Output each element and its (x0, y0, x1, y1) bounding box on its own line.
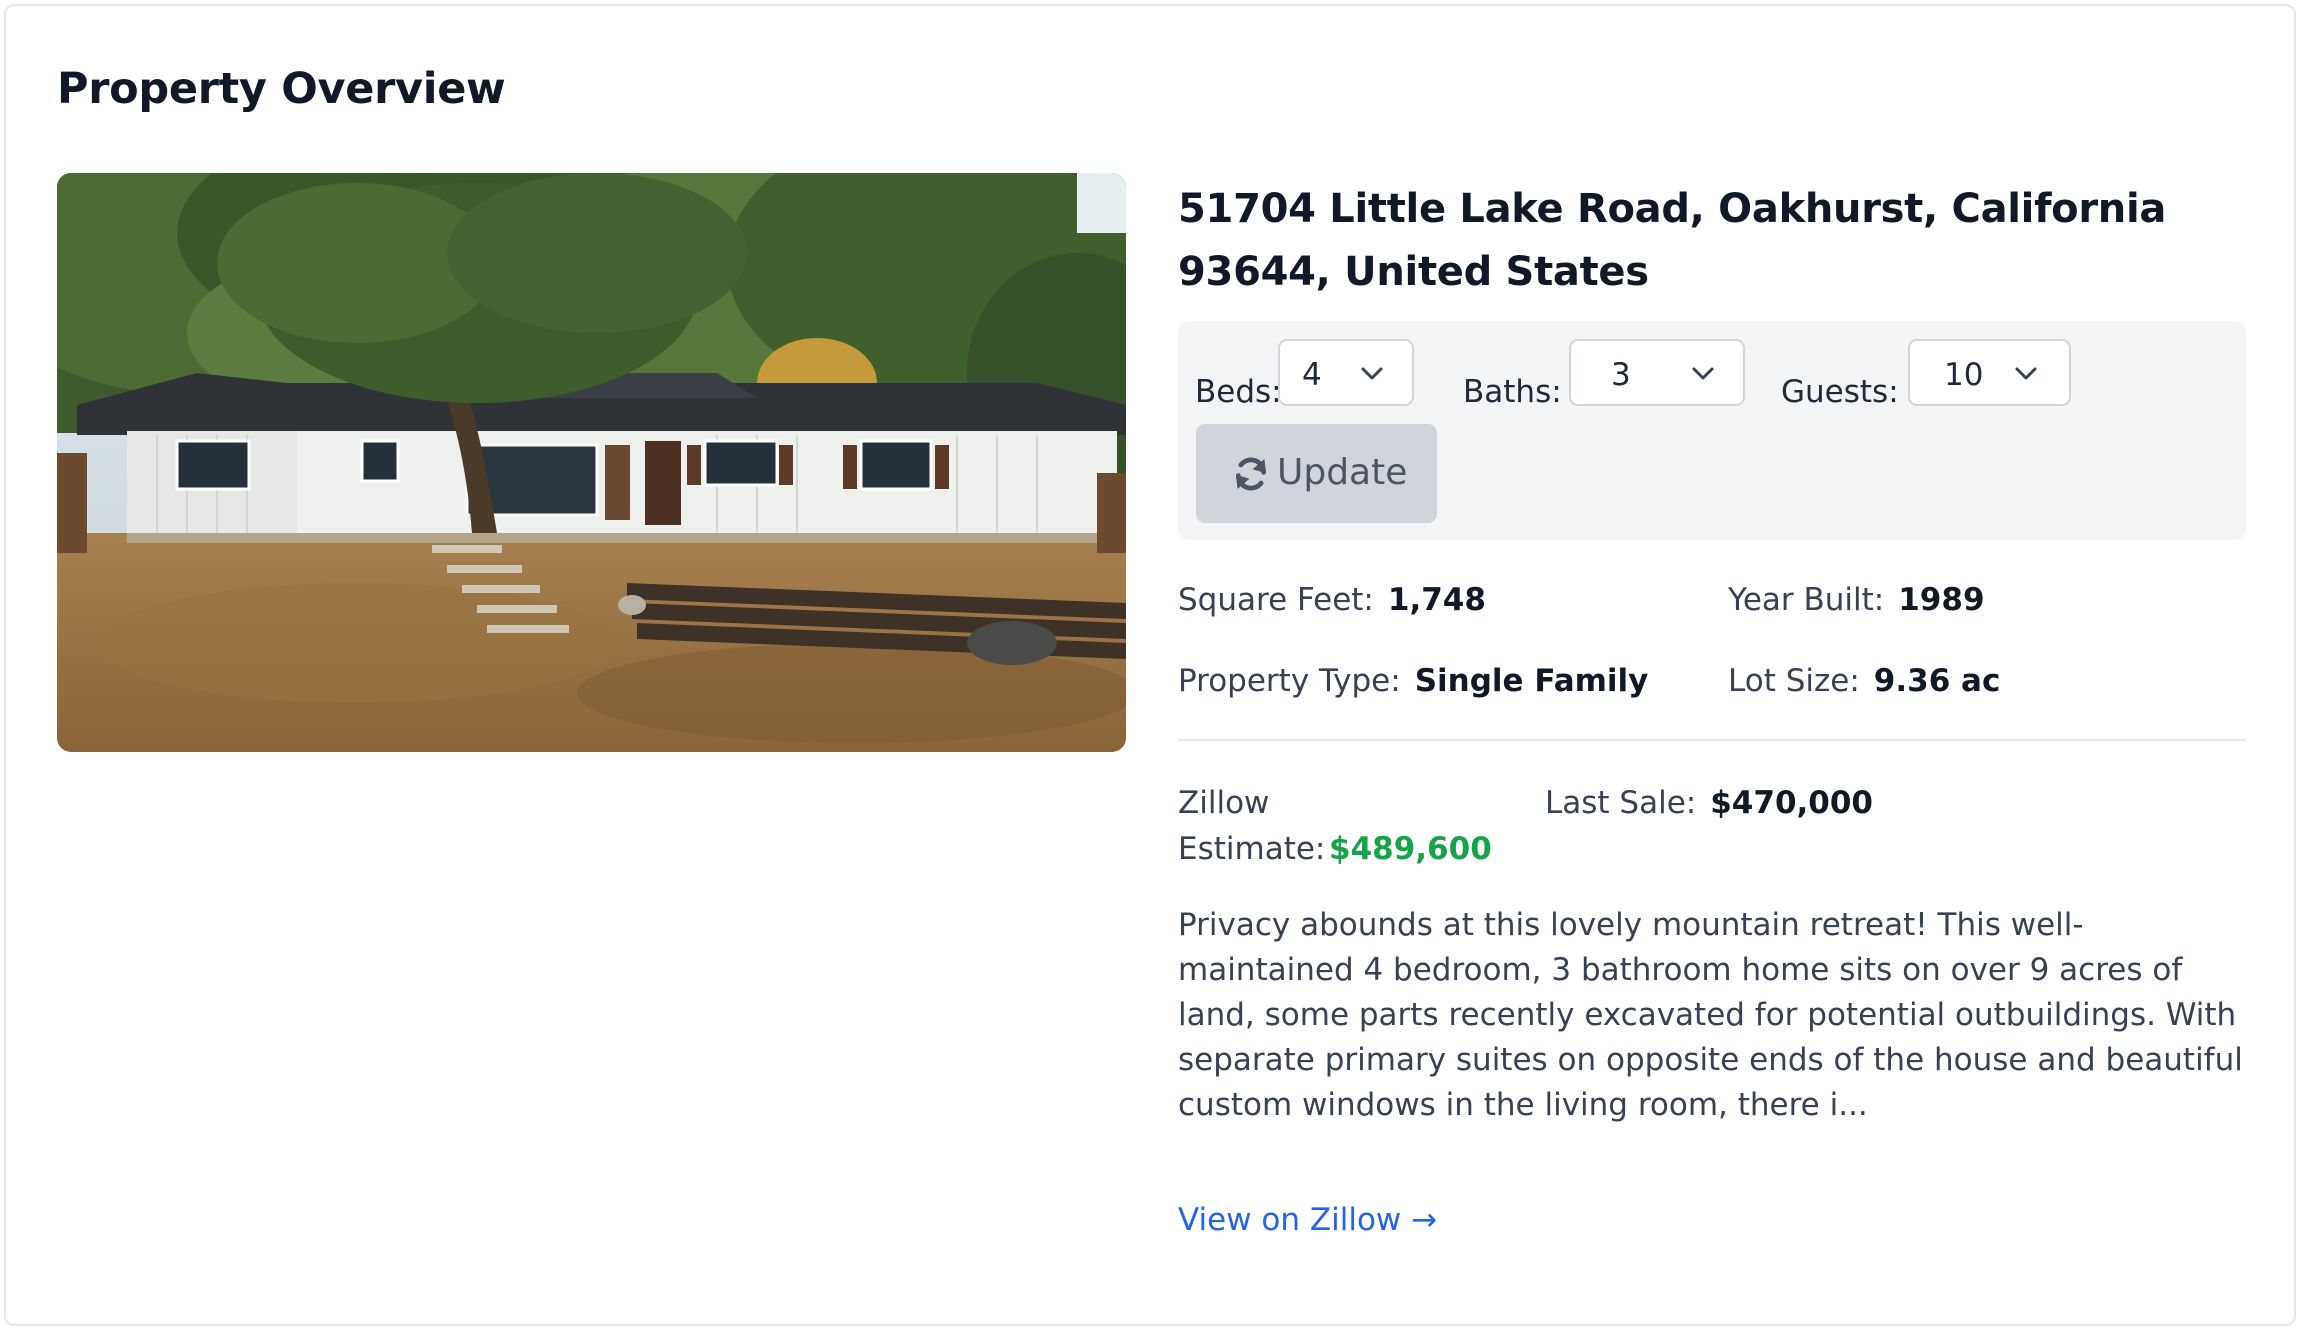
chevron-down-icon (1692, 367, 1714, 380)
year-built-label: Year Built: (1728, 582, 1885, 618)
property-type-label: Property Type: (1178, 663, 1401, 699)
filter-panel: Beds: 4 Baths: 3 Guests: 10 Update (1178, 321, 2246, 540)
fact-property-type: Property Type: Single Family (1178, 661, 1648, 701)
baths-value: 3 (1611, 357, 1631, 393)
guests-select[interactable]: 10 (1908, 339, 2071, 406)
guests-label: Guests: (1781, 374, 1899, 410)
year-built-value: 1989 (1898, 582, 1985, 618)
square-feet-label: Square Feet: (1178, 582, 1374, 618)
last-sale: Last Sale: $470,000 (1545, 780, 1873, 826)
guests-value: 10 (1944, 357, 1984, 393)
lot-size-value: 9.36 ac (1873, 663, 2001, 699)
chevron-down-icon (2015, 367, 2037, 380)
property-address: 51704 Little Lake Road, Oakhurst, Califo… (1178, 186, 2167, 295)
property-photo (57, 173, 1126, 752)
house-photo-image (57, 173, 1126, 752)
update-button[interactable]: Update (1196, 424, 1437, 523)
refresh-icon (1235, 457, 1267, 491)
zillow-estimate-label-line1: Zillow (1178, 785, 1270, 821)
beds-value: 4 (1302, 357, 1322, 393)
property-type-value: Single Family (1414, 663, 1649, 699)
fact-square-feet: Square Feet: 1,748 (1178, 580, 1486, 620)
last-sale-label: Last Sale: (1545, 785, 1697, 821)
section-divider (1178, 739, 2246, 741)
baths-select[interactable]: 3 (1569, 339, 1745, 406)
beds-label: Beds: (1195, 374, 1282, 410)
square-feet-value: 1,748 (1387, 582, 1486, 618)
page-title: Property Overview (57, 64, 506, 114)
last-sale-value: $470,000 (1710, 785, 1873, 821)
fact-lot-size: Lot Size: 9.36 ac (1728, 661, 2000, 701)
zillow-estimate-label: Zillow Estimate: (1178, 780, 1325, 872)
fact-year-built: Year Built: 1989 (1728, 580, 1985, 620)
zillow-estimate-label-line2: Estimate: (1178, 831, 1326, 867)
zillow-estimate-value: $489,600 (1329, 831, 1492, 867)
chevron-down-icon (1361, 367, 1383, 380)
update-button-label: Update (1277, 452, 1408, 493)
property-description: Privacy abounds at this lovely mountain … (1178, 907, 2243, 1123)
lot-size-label: Lot Size: (1728, 663, 1860, 699)
baths-label: Baths: (1463, 374, 1562, 410)
beds-select[interactable]: 4 (1278, 339, 1414, 406)
view-on-zillow-link[interactable]: View on Zillow → (1178, 1198, 1437, 1242)
